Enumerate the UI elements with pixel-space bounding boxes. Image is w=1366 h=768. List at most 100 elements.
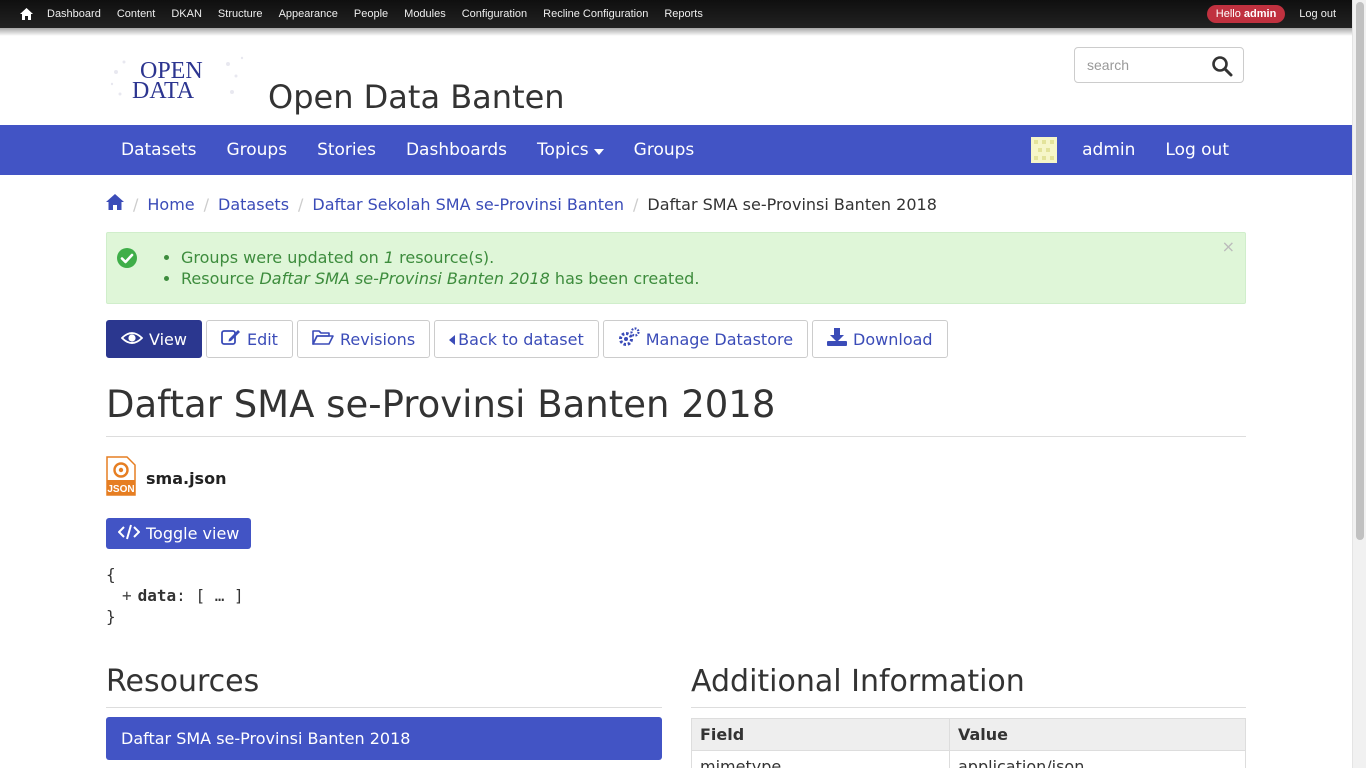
nav-logout[interactable]: Log out	[1150, 125, 1244, 175]
json-file-icon: JSON	[106, 456, 136, 500]
close-message-icon[interactable]: ×	[1222, 237, 1235, 256]
admin-menu-dashboard[interactable]: Dashboard	[39, 0, 109, 28]
file-name[interactable]: sma.json	[146, 469, 226, 488]
code-icon	[117, 524, 141, 544]
check-circle-icon	[116, 247, 138, 269]
hello-prefix: Hello	[1215, 8, 1244, 20]
admin-home-icon[interactable]	[13, 0, 39, 28]
admin-menu-content[interactable]: Content	[109, 0, 164, 28]
admin-toolbar: Dashboard Content DKAN Structure Appeara…	[0, 0, 1352, 28]
json-preview: { + data: [ … ] }	[106, 564, 244, 627]
breadcrumb-separator: /	[203, 194, 210, 214]
breadcrumb-separator: /	[298, 194, 304, 214]
breadcrumb: / Home / Datasets / Daftar Sekolah SMA s…	[106, 194, 937, 214]
tab-revisions-label: Revisions	[339, 329, 416, 349]
admin-menu-appearance[interactable]: Appearance	[271, 0, 346, 28]
admin-menu: Dashboard Content DKAN Structure Appeara…	[39, 0, 711, 28]
edit-icon	[221, 328, 241, 350]
nav-groups[interactable]: Groups	[211, 125, 302, 175]
nav-dashboards[interactable]: Dashboards	[391, 125, 522, 175]
site-name[interactable]: Open Data Banten	[268, 78, 565, 116]
admin-menu-recline-configuration[interactable]: Recline Configuration	[535, 0, 656, 28]
main-navigation: Datasets Groups Stories Dashboards Topic…	[0, 125, 1352, 175]
site-logo[interactable]: OPEN DATA	[106, 52, 250, 112]
column-header-field: Field	[691, 718, 950, 751]
nav-groups-2[interactable]: Groups	[619, 125, 710, 175]
tab-view[interactable]: View	[106, 320, 202, 358]
user-avatar[interactable]	[1031, 137, 1058, 163]
message-item: Groups were updated on 1 resource(s).	[181, 247, 699, 268]
toggle-view-button[interactable]: Toggle view	[106, 518, 252, 549]
resources-divider	[106, 707, 662, 708]
message-2-resource: Daftar SMA se-Provinsi Banten 2018	[259, 269, 550, 288]
admin-menu-reports[interactable]: Reports	[656, 0, 711, 28]
gears-icon	[618, 327, 640, 351]
tab-edit[interactable]: Edit	[205, 320, 293, 358]
eye-icon	[120, 330, 144, 349]
resource-file: JSON sma.json	[106, 456, 226, 500]
table-row: mimetype application/json	[691, 750, 1246, 768]
json-icon-label: JSON	[107, 484, 134, 495]
json-value: : [ … ]	[176, 586, 244, 605]
nav-topics[interactable]: Topics	[522, 125, 619, 175]
breadcrumb-dataset[interactable]: Daftar Sekolah SMA se-Provinsi Banten	[312, 195, 624, 214]
nav-stories[interactable]: Stories	[302, 125, 391, 175]
page-title: Daftar SMA se-Provinsi Banten 2018	[106, 383, 776, 426]
message-item: Resource Daftar SMA se-Provinsi Banten 2…	[181, 268, 699, 289]
breadcrumb-current: Daftar SMA se-Provinsi Banten 2018	[647, 194, 937, 214]
hello-badge[interactable]: Hello admin	[1206, 5, 1286, 23]
tab-download[interactable]: Download	[812, 320, 948, 358]
tab-revisions[interactable]: Revisions	[296, 320, 431, 358]
tab-datastore-label: Manage Datastore	[645, 329, 794, 349]
download-icon	[827, 328, 848, 350]
additional-info-divider	[691, 707, 1246, 708]
hello-user: admin	[1243, 8, 1277, 20]
admin-logout-link[interactable]: Log out	[1295, 8, 1340, 20]
folder-open-icon	[312, 329, 334, 349]
search-box	[1074, 47, 1244, 83]
additional-info-table: Field Value mimetype application/json	[691, 718, 1246, 768]
table-cell-field: mimetype	[691, 750, 950, 768]
additional-info-heading: Additional Information	[691, 664, 1025, 699]
tab-view-label: View	[149, 329, 187, 349]
admin-menu-structure[interactable]: Structure	[210, 0, 271, 28]
page-scrollbar[interactable]	[1352, 0, 1366, 768]
search-input[interactable]	[1075, 48, 1205, 82]
toggle-view-label: Toggle view	[146, 524, 240, 543]
json-close-brace: }	[106, 607, 116, 626]
breadcrumb-home[interactable]: Home	[147, 195, 194, 214]
admin-menu-configuration[interactable]: Configuration	[454, 0, 535, 28]
table-header-row: Field Value	[691, 718, 1246, 751]
json-expand-toggle[interactable]: +	[122, 586, 132, 605]
column-header-value: Value	[949, 718, 1246, 751]
breadcrumb-home-icon[interactable]	[106, 194, 124, 214]
admin-menu-dkan[interactable]: DKAN	[163, 0, 210, 28]
resource-tabs: View Edit Revisions Back to dataset Mana…	[106, 320, 948, 358]
table-cell-value: application/json	[949, 750, 1246, 768]
nav-user-admin[interactable]: admin	[1067, 125, 1150, 175]
resource-list-item[interactable]: Daftar SMA se-Provinsi Banten 2018	[106, 717, 662, 760]
admin-toolbar-shadow	[0, 28, 1352, 36]
json-key: data	[137, 586, 177, 605]
message-1-prefix: Groups were updated on	[181, 248, 384, 267]
nav-topics-label: Topics	[537, 140, 589, 160]
tab-back-label: Back to dataset	[458, 329, 584, 349]
caret-down-icon	[593, 125, 604, 175]
nav-datasets[interactable]: Datasets	[106, 125, 211, 175]
search-icon[interactable]	[1211, 55, 1233, 77]
breadcrumb-separator: /	[133, 194, 139, 214]
message-list: Groups were updated on 1 resource(s). Re…	[181, 247, 699, 289]
breadcrumb-separator: /	[633, 194, 639, 214]
json-open-brace: {	[106, 565, 116, 584]
breadcrumb-datasets[interactable]: Datasets	[218, 195, 289, 214]
main-nav-left: Datasets Groups Stories Dashboards Topic…	[106, 125, 709, 175]
scrollbar-thumb[interactable]	[1356, 2, 1364, 540]
message-2-prefix: Resource	[181, 269, 260, 288]
admin-menu-people[interactable]: People	[346, 0, 396, 28]
tab-back-to-dataset[interactable]: Back to dataset	[434, 320, 599, 358]
admin-menu-modules[interactable]: Modules	[396, 0, 454, 28]
logo-line2: DATA	[132, 78, 195, 104]
tab-download-label: Download	[853, 329, 933, 349]
tab-manage-datastore[interactable]: Manage Datastore	[602, 320, 809, 358]
title-divider	[106, 436, 1246, 437]
